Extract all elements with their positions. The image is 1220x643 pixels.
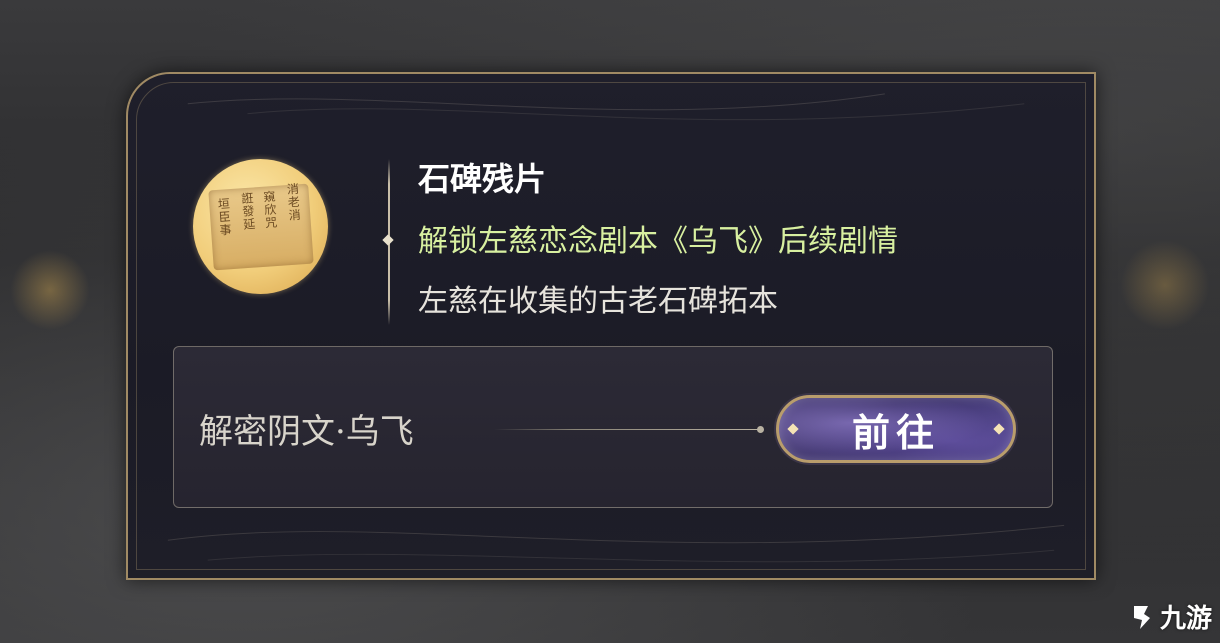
item-source-panel: 解密阴文·乌飞 前往 [173,346,1053,508]
watermark-text: 九游 [1160,604,1213,634]
source-label: 解密阴文·乌飞 [199,412,414,452]
button-sparkle-left-icon [787,423,799,435]
stone-tablet-fragment-icon: 垣臣事 誑發延 窺欣咒 消老消 [193,159,328,294]
button-sparkle-right-icon [993,423,1005,435]
item-name: 石碑残片 [418,160,547,198]
background-glow-right [1120,240,1210,330]
goto-button[interactable]: 前往 [776,395,1016,463]
divider-diamond-ornament [382,234,394,246]
item-detail-dialog: 垣臣事 誑發延 窺欣咒 消老消 石碑残片 解锁左慈恋念剧本《乌飞》后续剧情 左慈… [126,72,1096,580]
site-watermark: 九游 [1128,598,1212,635]
background-glow-left [10,250,90,330]
source-connector-dot [757,426,764,433]
item-description: 左慈在收集的古老石碑拓本 [418,284,778,319]
source-connector-line [494,429,762,430]
jiuyou-logo-icon [1134,605,1150,629]
goto-button-label: 前往 [851,409,940,455]
item-effect-text: 解锁左慈恋念剧本《乌飞》后续剧情 [418,224,898,259]
